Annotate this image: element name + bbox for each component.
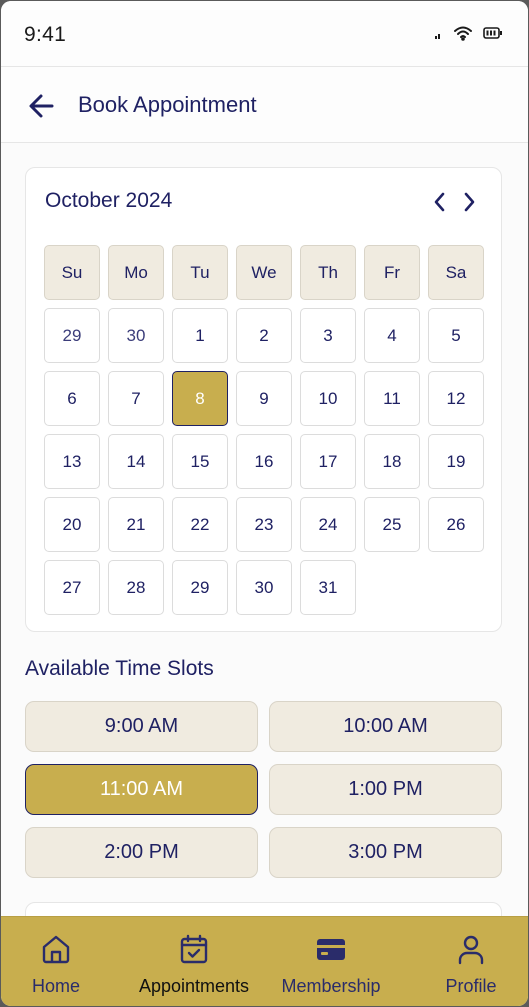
nav-appointments-label: Appointments [138, 976, 250, 996]
calendar-day[interactable]: 24 [300, 497, 356, 552]
calendar-check-icon [180, 934, 208, 964]
page-title: Book Appointment [78, 92, 257, 117]
month-label: October 2024 [45, 189, 173, 212]
calendar-day[interactable]: 30 [108, 308, 164, 363]
battery-icon [483, 26, 503, 45]
time-slot[interactable]: 1:00 PM [269, 764, 502, 815]
back-button[interactable] [27, 91, 57, 121]
nav-profile-label: Profile [445, 976, 497, 996]
app-header: Book Appointment [1, 67, 528, 143]
calendar-day[interactable]: 31 [300, 560, 356, 615]
calendar-day[interactable]: 22 [172, 497, 228, 552]
user-icon [458, 935, 484, 965]
calendar-day[interactable]: 4 [364, 308, 420, 363]
calendar-day[interactable]: 26 [428, 497, 484, 552]
weekday-header: Fr [364, 245, 420, 300]
calendar-day[interactable]: 7 [108, 371, 164, 426]
calendar-day[interactable]: 25 [364, 497, 420, 552]
calendar-day[interactable]: 5 [428, 308, 484, 363]
time-slot-selected[interactable]: 11:00 AM [25, 764, 258, 815]
phone-screen: 9:41 Book Appointment October 2024 Su Mo… [1, 1, 528, 1006]
weekday-header: Tu [172, 245, 228, 300]
signal-icon [433, 27, 443, 45]
calendar-day[interactable]: 20 [44, 497, 100, 552]
calendar-day[interactable]: 19 [428, 434, 484, 489]
weekday-header: We [236, 245, 292, 300]
calendar-day[interactable]: 21 [108, 497, 164, 552]
calendar-day[interactable]: 11 [364, 371, 420, 426]
calendar-day[interactable]: 29 [172, 560, 228, 615]
calendar-day[interactable]: 14 [108, 434, 164, 489]
nav-membership-label: Membership [281, 976, 381, 996]
weekday-header: Th [300, 245, 356, 300]
calendar-day[interactable]: 27 [44, 560, 100, 615]
calendar-grid: Su Mo Tu We Th Fr Sa 29 30 1 2 3 4 5 6 7 8 9 10 11 12 13 14 15 1… [44, 245, 485, 615]
calendar-day[interactable]: 10 [300, 371, 356, 426]
status-icons [433, 25, 503, 46]
calendar-day[interactable]: 12 [428, 371, 484, 426]
calendar-day[interactable]: 1 [172, 308, 228, 363]
calendar-day[interactable]: 17 [300, 434, 356, 489]
weekday-header: Mo [108, 245, 164, 300]
time-slot[interactable]: 10:00 AM [269, 701, 502, 752]
time-slot[interactable]: 2:00 PM [25, 827, 258, 878]
nav-appointments[interactable]: Appointments [129, 917, 259, 1006]
wifi-icon [453, 25, 473, 46]
nav-home-label: Home [31, 976, 80, 996]
calendar-day[interactable]: 30 [236, 560, 292, 615]
calendar-card: October 2024 Su Mo Tu We Th Fr Sa 29 30 1 2 3 4 5 6 7 8 9… [25, 167, 502, 632]
calendar-day[interactable]: 2 [236, 308, 292, 363]
weekday-header: Sa [428, 245, 484, 300]
nav-membership[interactable]: Membership [271, 917, 391, 1006]
calendar-day-selected[interactable]: 8 [172, 371, 228, 426]
time-slot[interactable]: 9:00 AM [25, 701, 258, 752]
calendar-day[interactable]: 18 [364, 434, 420, 489]
chevron-right-icon [464, 192, 475, 212]
calendar-day[interactable]: 16 [236, 434, 292, 489]
previous-month-button[interactable] [429, 190, 451, 214]
nav-home[interactable]: Home [11, 917, 101, 1006]
calendar-day[interactable]: 9 [236, 371, 292, 426]
bottom-navigation: Home Appointments Membership Profile [1, 916, 528, 1006]
time-slot[interactable]: 3:00 PM [269, 827, 502, 878]
calendar-day[interactable]: 23 [236, 497, 292, 552]
calendar-day[interactable]: 29 [44, 308, 100, 363]
chevron-left-icon [434, 192, 445, 212]
time-slots-title: Available Time Slots [25, 657, 214, 680]
status-bar: 9:41 [1, 1, 528, 67]
nav-profile[interactable]: Profile [426, 917, 516, 1006]
calendar-day[interactable]: 6 [44, 371, 100, 426]
calendar-day[interactable]: 13 [44, 434, 100, 489]
calendar-day[interactable]: 15 [172, 434, 228, 489]
status-time: 9:41 [24, 23, 67, 46]
calendar-day[interactable]: 28 [108, 560, 164, 615]
arrow-left-icon [29, 94, 54, 118]
home-icon [42, 935, 70, 964]
calendar-day[interactable]: 3 [300, 308, 356, 363]
weekday-header: Su [44, 245, 100, 300]
card-icon [317, 939, 345, 960]
next-month-button[interactable] [458, 190, 480, 214]
